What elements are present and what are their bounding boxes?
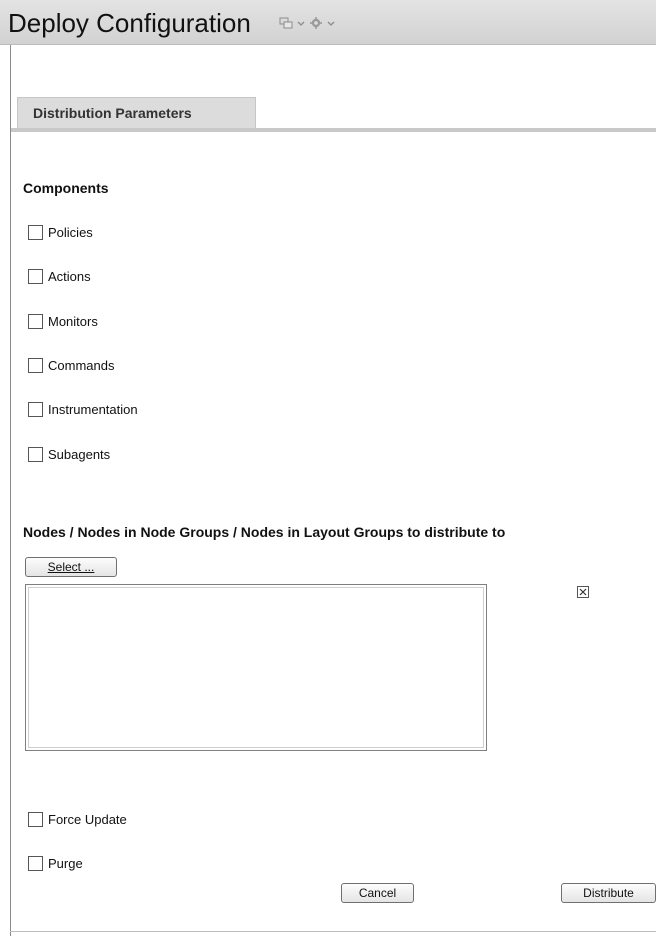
checkbox-row-purge[interactable]: Purge (28, 854, 83, 872)
subagents-label: Subagents (48, 446, 111, 462)
monitors-checkbox[interactable] (28, 313, 43, 329)
window-icon[interactable] (278, 16, 294, 30)
clear-list-icon[interactable] (577, 585, 589, 598)
page-title: Deploy Configuration (8, 8, 251, 38)
select-button-label: Select ... (47, 560, 95, 574)
checkbox-row-instrumentation[interactable]: Instrumentation (28, 400, 138, 418)
actions-checkbox[interactable] (28, 268, 43, 284)
checkbox-row-force-update[interactable]: Force Update (28, 810, 127, 828)
bottom-divider (10, 931, 656, 932)
purge-label: Purge (48, 855, 83, 871)
policies-label: Policies (48, 224, 93, 240)
checkbox-row-commands[interactable]: Commands (28, 356, 114, 374)
chevron-down-icon[interactable] (326, 16, 336, 30)
title-bar: Deploy Configuration (0, 0, 656, 45)
tab-strip: Distribution Parameters (11, 97, 656, 132)
instrumentation-checkbox[interactable] (28, 401, 43, 417)
left-border (10, 45, 11, 936)
distribute-button[interactable]: Distribute (561, 883, 656, 903)
title-actions (278, 16, 336, 30)
actions-label: Actions (48, 268, 91, 284)
commands-checkbox[interactable] (28, 357, 43, 373)
gear-icon[interactable] (308, 16, 324, 30)
force-update-label: Force Update (48, 811, 127, 827)
policies-checkbox[interactable] (28, 224, 43, 240)
commands-label: Commands (48, 357, 115, 373)
chevron-down-icon[interactable] (296, 16, 306, 30)
subagents-checkbox[interactable] (28, 446, 43, 462)
checkbox-row-actions[interactable]: Actions (28, 267, 91, 285)
purge-checkbox[interactable] (28, 855, 43, 871)
deploy-configuration-window: Deploy Configuration Distribution Parame… (0, 0, 656, 936)
tab-distribution-parameters[interactable]: Distribution Parameters (17, 97, 256, 128)
checkbox-row-monitors[interactable]: Monitors (28, 312, 98, 330)
nodes-heading: Nodes / Nodes in Node Groups / Nodes in … (23, 524, 506, 540)
tab-underline (11, 128, 656, 132)
components-heading: Components (23, 180, 109, 196)
nodes-list[interactable] (25, 584, 487, 751)
checkbox-row-policies[interactable]: Policies (28, 223, 93, 241)
select-button[interactable]: Select ... (25, 557, 117, 577)
checkbox-row-subagents[interactable]: Subagents (28, 445, 110, 463)
force-update-checkbox[interactable] (28, 811, 43, 827)
instrumentation-label: Instrumentation (48, 401, 138, 417)
cancel-button[interactable]: Cancel (341, 883, 414, 903)
nodes-list-inner (28, 587, 484, 748)
monitors-label: Monitors (48, 313, 98, 329)
